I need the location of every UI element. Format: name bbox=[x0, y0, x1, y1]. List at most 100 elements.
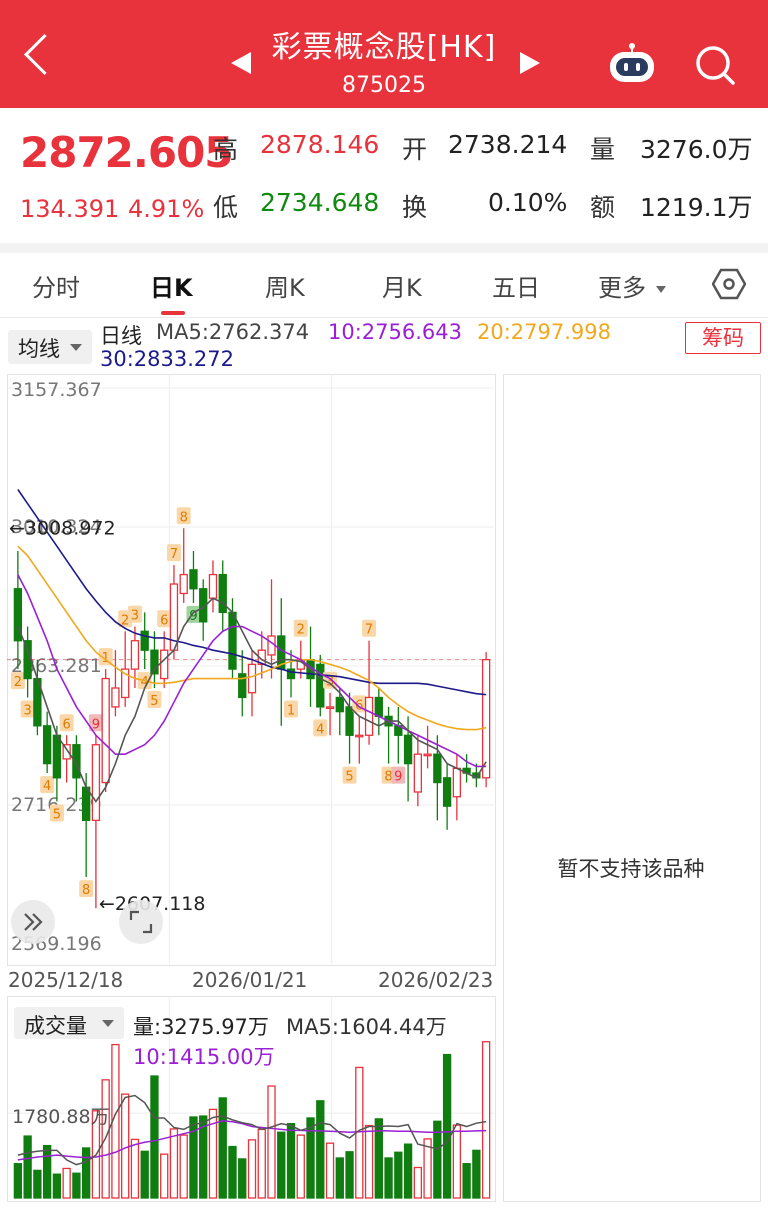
volume-bar bbox=[316, 1100, 325, 1199]
volume-bar bbox=[169, 1128, 179, 1199]
ma10-legend: 10:2756.643 bbox=[328, 320, 462, 344]
volume-bar bbox=[179, 1134, 188, 1199]
tab-weekly-k[interactable]: 周K bbox=[265, 268, 305, 303]
volume-indicator-dropdown[interactable]: 成交量 bbox=[14, 1007, 124, 1039]
candle-body bbox=[42, 725, 52, 765]
td-sequence-number: 1 bbox=[287, 703, 295, 718]
td-sequence-number: 3 bbox=[23, 703, 31, 718]
volume-bar bbox=[462, 1163, 471, 1199]
td-sequence-number: 9 bbox=[394, 770, 402, 785]
volume-bar bbox=[413, 1166, 422, 1199]
date-label-end: 2026/02/23 bbox=[378, 968, 494, 992]
volume-bar bbox=[52, 1173, 62, 1199]
candle-body bbox=[140, 630, 149, 651]
volume-bar bbox=[13, 1163, 23, 1199]
td-sequence-number: 2 bbox=[297, 623, 305, 638]
volume-bar bbox=[62, 1167, 71, 1199]
volume-value-legend: 量:3275.97万 bbox=[133, 1015, 269, 1039]
tab-more[interactable]: 更多 bbox=[598, 268, 666, 303]
fullscreen-button[interactable] bbox=[119, 900, 163, 944]
section-divider bbox=[0, 243, 768, 253]
candle-body bbox=[228, 611, 237, 670]
volume-ma10-legend: 10:1415.00万 bbox=[133, 1045, 275, 1069]
candle-body bbox=[364, 696, 374, 736]
td-sequence-number: 5 bbox=[345, 770, 353, 785]
volume-bar bbox=[23, 1135, 32, 1199]
tab-more-label: 更多 bbox=[598, 274, 646, 302]
volume-bar bbox=[481, 1041, 491, 1199]
low-label: 低 bbox=[213, 193, 239, 222]
volume-bar bbox=[130, 1138, 140, 1199]
volume-bar bbox=[277, 1131, 286, 1199]
candle-body bbox=[355, 734, 364, 738]
candle-body bbox=[160, 649, 169, 680]
date-label-middle: 2026/01/21 bbox=[192, 968, 308, 992]
price-change: 134.391 bbox=[20, 195, 120, 223]
indicator-dropdown-label: 均线 bbox=[18, 337, 60, 361]
volume-bar bbox=[325, 1142, 335, 1199]
candle-body bbox=[218, 573, 227, 614]
volume-bar bbox=[121, 1093, 130, 1199]
td-sequence-number: 8 bbox=[180, 510, 188, 525]
candle-body bbox=[208, 573, 218, 599]
amount-label: 额 bbox=[590, 193, 616, 222]
side-panel-message: 暂不支持该品种 bbox=[557, 857, 705, 881]
volume-bar bbox=[140, 1150, 149, 1199]
active-tab-indicator bbox=[161, 311, 185, 315]
turnover-label: 换 bbox=[402, 193, 428, 222]
volume-bar bbox=[384, 1157, 393, 1199]
td-sequence-number: 5 bbox=[150, 694, 158, 709]
volume-dropdown-label: 成交量 bbox=[24, 1014, 87, 1038]
candle-body bbox=[325, 706, 335, 710]
candle-body bbox=[247, 663, 257, 694]
candle-body bbox=[403, 734, 413, 765]
candle-body bbox=[442, 777, 452, 807]
line-type-label: 日线 bbox=[100, 324, 142, 348]
side-panel bbox=[503, 374, 761, 1202]
td-sequence-number: 1 bbox=[102, 651, 110, 666]
volume-bar bbox=[42, 1144, 52, 1199]
volume-bar bbox=[228, 1145, 237, 1199]
volume-bar bbox=[189, 1116, 198, 1199]
volume-bar bbox=[286, 1123, 296, 1199]
volume-axis-label: 1780.88万 bbox=[12, 1106, 110, 1128]
volume-bar bbox=[394, 1151, 403, 1199]
volume-bar bbox=[238, 1158, 247, 1199]
volume-bar bbox=[267, 1085, 276, 1199]
high-value: 2878.146 bbox=[260, 130, 380, 159]
volume-bar bbox=[452, 1124, 462, 1199]
ma5-legend: MA5:2762.374 bbox=[156, 320, 310, 344]
volume-bar bbox=[247, 1139, 257, 1199]
candle-body bbox=[111, 687, 120, 708]
open-value: 2738.214 bbox=[448, 130, 568, 159]
candle-body bbox=[52, 734, 62, 779]
candle-body bbox=[423, 753, 432, 757]
candle-body bbox=[101, 677, 110, 784]
search-icon[interactable] bbox=[694, 44, 736, 86]
volume-bar bbox=[442, 1053, 452, 1199]
volume-bar bbox=[257, 1128, 266, 1199]
price-axis-label: 3157.367 bbox=[11, 379, 102, 401]
tab-daily-k[interactable]: 日K bbox=[150, 268, 193, 303]
tab-intraday[interactable]: 分时 bbox=[32, 268, 80, 303]
volume-value: 3276.0万 bbox=[640, 135, 753, 164]
tab-five-day[interactable]: 五日 bbox=[492, 268, 540, 303]
td-sequence-number: 4 bbox=[316, 722, 324, 737]
chevron-down-icon bbox=[655, 285, 666, 293]
kline-chart[interactable]: 3157.3673010.3242863.2812716.2392569.196… bbox=[7, 374, 495, 965]
candle-body bbox=[345, 706, 354, 736]
td-sequence-number: 7 bbox=[365, 623, 373, 638]
chip-distribution-button[interactable]: 筹码 bbox=[685, 322, 761, 354]
candle-body bbox=[130, 640, 140, 670]
settings-hexagon-icon[interactable] bbox=[712, 268, 746, 300]
robot-assistant-icon[interactable] bbox=[606, 43, 658, 87]
ma30-legend: 30:2833.272 bbox=[100, 347, 234, 371]
volume-bar bbox=[218, 1097, 227, 1199]
date-label-start: 2025/12/18 bbox=[8, 968, 124, 992]
candle-body bbox=[374, 696, 383, 718]
volume-bar bbox=[33, 1169, 42, 1199]
next-stock-icon[interactable] bbox=[520, 52, 540, 74]
indicator-dropdown[interactable]: 均线 bbox=[8, 330, 92, 364]
tab-monthly-k[interactable]: 月K bbox=[382, 268, 422, 303]
candle-body bbox=[433, 753, 442, 784]
